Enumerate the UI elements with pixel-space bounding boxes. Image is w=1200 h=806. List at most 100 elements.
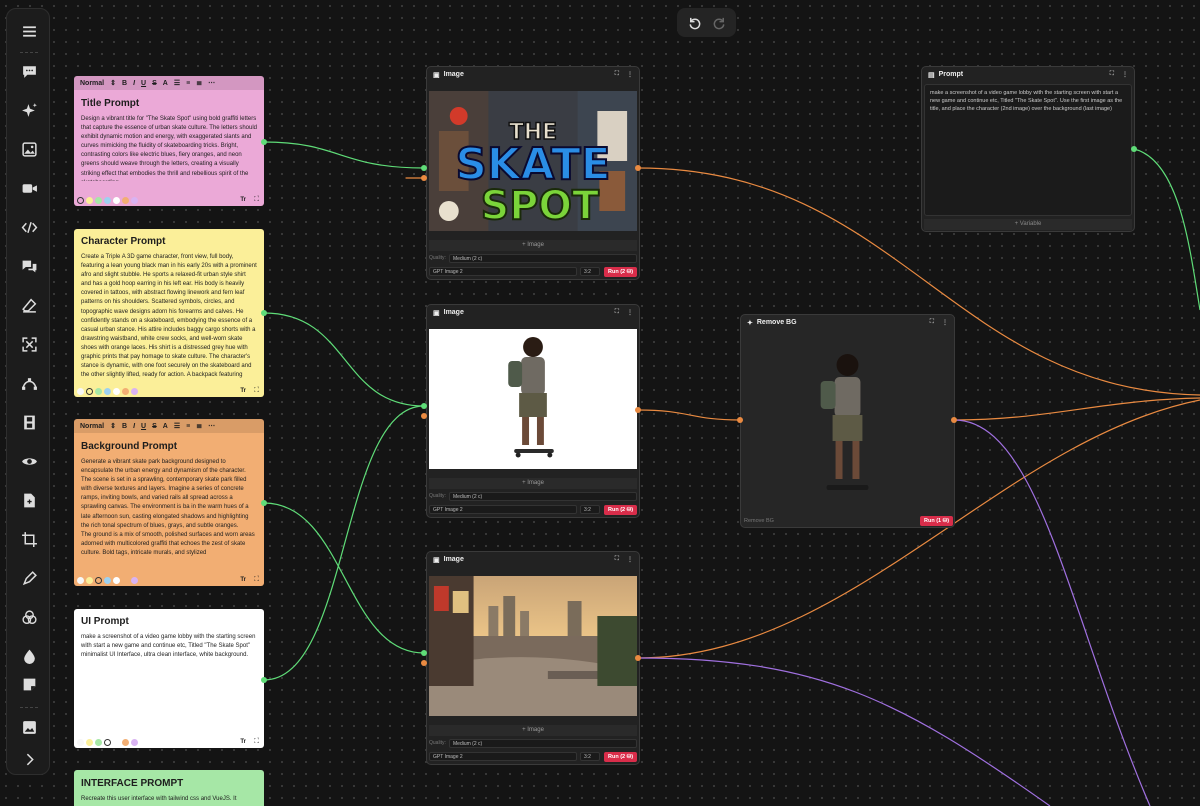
note-body[interactable]: Recreate this user interface with tailwi… <box>81 795 257 806</box>
run-button[interactable]: Run (2 ⛁) <box>604 267 638 277</box>
text-color-icon[interactable]: A <box>163 423 168 430</box>
text-style-icon[interactable]: Tr <box>240 577 246 583</box>
film-icon[interactable] <box>17 410 41 434</box>
align-icon[interactable]: ≣ <box>196 422 202 430</box>
run-button[interactable]: Run (1 ⛁) <box>920 516 954 526</box>
color-swatch[interactable] <box>77 387 84 395</box>
color-swatch[interactable] <box>86 387 93 395</box>
run-button[interactable]: Run (2 ⛁) <box>604 752 638 762</box>
image-node-output-port[interactable] <box>635 655 641 661</box>
color-swatch[interactable] <box>104 387 111 395</box>
note-body[interactable]: Create a Triple A 3D game character, fro… <box>81 253 257 389</box>
model-select[interactable]: GPT Image 2 <box>429 752 577 761</box>
underline-icon[interactable]: U <box>141 80 146 87</box>
file-icon[interactable] <box>17 488 41 512</box>
note-output-port[interactable] <box>261 500 267 506</box>
menu-icon[interactable] <box>17 19 41 43</box>
fullscreen-icon[interactable]: ⛶ <box>615 71 619 78</box>
remove-bg-input-port[interactable] <box>737 417 743 423</box>
quality-select[interactable]: Medium (2 c) <box>449 492 637 501</box>
more-icon[interactable]: ⋮ <box>627 71 633 78</box>
ratio-select[interactable]: 3:2 <box>580 267 600 276</box>
fullscreen-icon[interactable]: ⛶ <box>930 319 934 326</box>
expand-icon[interactable]: ⛶ <box>254 738 259 746</box>
color-swatch[interactable] <box>113 387 120 395</box>
image-icon[interactable] <box>17 137 41 161</box>
color-swatch[interactable] <box>131 196 138 204</box>
color-swatch[interactable] <box>95 387 102 395</box>
color-swatch[interactable] <box>86 738 93 746</box>
note-output-port[interactable] <box>261 310 267 316</box>
quality-select[interactable]: Medium (2 c) <box>449 254 637 263</box>
fullscreen-icon[interactable]: ⛶ <box>615 309 619 316</box>
strike-icon[interactable]: S <box>152 423 157 430</box>
image-node-output-port[interactable] <box>635 407 641 413</box>
note-body[interactable]: Design a vibrant title for "The Skate Sp… <box>81 115 257 181</box>
crop-icon[interactable] <box>17 527 41 551</box>
remove-bg-node[interactable]: ✦ Remove BG ⛶ ⋮ Remove BG Run (1 ⛁) <box>740 314 955 528</box>
more-icon[interactable]: ⋮ <box>942 319 948 326</box>
run-button[interactable]: Run (2 ⛁) <box>604 505 638 515</box>
redo-icon[interactable] <box>711 15 727 31</box>
prompt-output-port[interactable] <box>1131 146 1137 152</box>
image-node-input-port[interactable] <box>421 403 427 409</box>
color-swatch[interactable] <box>77 196 84 204</box>
color-swatch[interactable] <box>77 738 84 746</box>
add-variable-button[interactable]: + Variable <box>924 219 1132 230</box>
ratio-select[interactable]: 3:2 <box>580 505 600 514</box>
color-swatch[interactable] <box>122 387 129 395</box>
note-interface-prompt[interactable]: INTERFACE PROMPT Recreate this user inte… <box>74 770 264 806</box>
note-body[interactable]: Generate a vibrant skate park background… <box>81 458 257 562</box>
undo-icon[interactable] <box>686 15 702 31</box>
expand-icon[interactable]: ⛶ <box>254 387 259 395</box>
color-swatch[interactable] <box>95 738 102 746</box>
add-image-button[interactable]: + Image <box>429 725 637 736</box>
color-swatch[interactable] <box>86 196 93 204</box>
more-icon[interactable]: ⋯ <box>208 422 215 430</box>
note-title-prompt[interactable]: Normal ⇕ B I U S A ☰ ≡ ≣ ⋯ Title Prompt Design a… <box>74 76 264 206</box>
add-image-button[interactable]: + Image <box>429 478 637 489</box>
image-node-output-port[interactable] <box>635 165 641 171</box>
expand-icon[interactable]: ⛶ <box>254 576 259 584</box>
color-swatch[interactable] <box>131 387 138 395</box>
color-swatch[interactable] <box>131 576 138 584</box>
color-swatch[interactable] <box>122 738 129 746</box>
note-ui-prompt[interactable]: UI Prompt make a screenshot of a video g… <box>74 609 264 748</box>
color-swatch[interactable] <box>122 576 129 584</box>
color-swatch[interactable] <box>95 576 102 584</box>
align-icon[interactable]: ≣ <box>196 79 202 87</box>
eraser-icon[interactable] <box>17 293 41 317</box>
color-swatch[interactable] <box>104 738 111 746</box>
more-icon[interactable]: ⋯ <box>208 79 215 87</box>
color-swatch[interactable] <box>86 576 93 584</box>
bold-icon[interactable]: B <box>122 80 127 87</box>
image-node-input-port[interactable] <box>421 650 427 656</box>
note-icon[interactable] <box>17 672 41 696</box>
fullscreen-icon[interactable]: ⛶ <box>615 556 619 563</box>
image-node-1[interactable]: ▣ Image ⛶ ⋮ THE SKATE SPOT + Image Qualit… <box>426 66 640 280</box>
note-output-port[interactable] <box>261 677 267 683</box>
numbered-list-icon[interactable]: ≡ <box>186 80 190 87</box>
prompt-textarea[interactable]: make a screenshot of a video game lobby … <box>924 84 1132 216</box>
color-swatch[interactable] <box>113 576 120 584</box>
color-swatch[interactable] <box>95 196 102 204</box>
note-background-prompt[interactable]: Normal ⇕ B I U S A ☰ ≡ ≣ ⋯ Background Prompt Gen… <box>74 419 264 586</box>
model-select[interactable]: GPT Image 2 <box>429 505 577 514</box>
italic-icon[interactable]: I <box>133 423 135 430</box>
gallery-icon[interactable] <box>17 715 41 739</box>
strike-icon[interactable]: S <box>152 80 157 87</box>
image-node-input-port[interactable] <box>421 165 427 171</box>
format-select[interactable]: Normal <box>80 80 104 87</box>
eye-icon[interactable] <box>17 449 41 473</box>
sparkle-icon[interactable] <box>17 98 41 122</box>
chat-icon[interactable] <box>17 254 41 278</box>
expand-icon[interactable] <box>17 332 41 356</box>
list-icon[interactable]: ☰ <box>174 79 180 87</box>
quality-select[interactable]: Medium (2 c) <box>449 739 637 748</box>
ratio-select[interactable]: 3:2 <box>580 752 600 761</box>
prompt-node[interactable]: ▤ Prompt ⛶ ⋮ make a screenshot of a video… <box>921 66 1135 232</box>
format-select-arrow-icon[interactable]: ⇕ <box>110 422 116 430</box>
expand-icon[interactable]: ⛶ <box>254 196 259 204</box>
code-icon[interactable] <box>17 215 41 239</box>
color-swatch[interactable] <box>122 196 129 204</box>
